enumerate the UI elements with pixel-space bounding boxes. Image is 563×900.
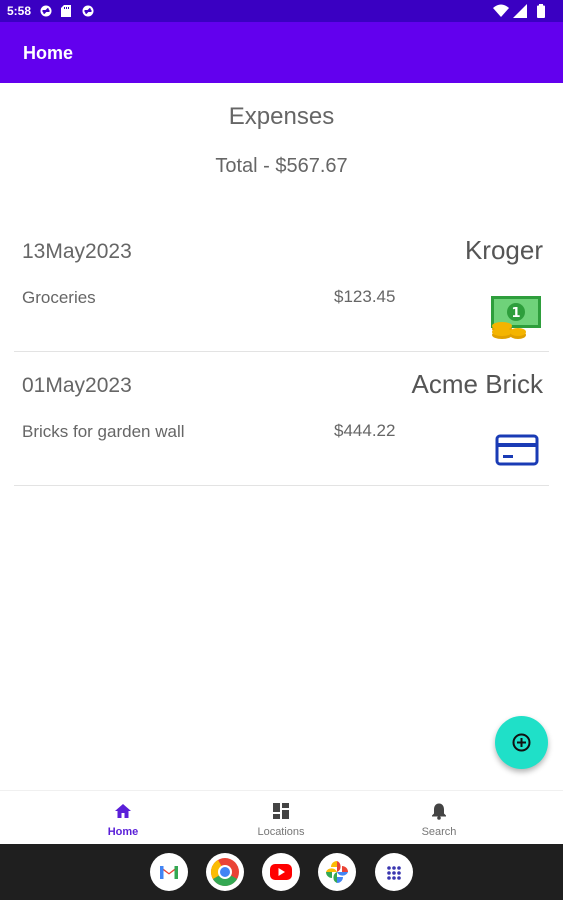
bottom-navigation: Home Locations Search xyxy=(0,790,563,844)
expense-vendor: Kroger xyxy=(464,235,543,265)
wifi-icon xyxy=(493,4,509,17)
chrome-app[interactable] xyxy=(206,853,244,891)
app-bar: Home xyxy=(0,22,563,83)
expense-description: Bricks for garden wall xyxy=(22,422,185,441)
expenses-heading: Expenses xyxy=(228,103,335,130)
svg-text:1: 1 xyxy=(511,306,520,321)
expense-date: 13May2023 xyxy=(22,240,132,263)
vpn-icon xyxy=(40,5,52,17)
expense-amount: $123.45 xyxy=(334,287,396,306)
vpn-icon xyxy=(82,5,94,17)
expenses-total: Total - $567.67 xyxy=(215,155,348,177)
expense-item[interactable]: 01May2023 Acme Brick Bricks for garden w… xyxy=(14,352,549,486)
system-dock xyxy=(0,844,563,900)
status-bar: 5:58 xyxy=(0,0,563,22)
signal-icon xyxy=(513,4,527,18)
expense-amount: $444.22 xyxy=(334,421,396,440)
status-system-icons xyxy=(493,4,563,18)
youtube-icon xyxy=(270,864,292,880)
add-expense-button[interactable] xyxy=(495,716,548,769)
nav-home-label: Home xyxy=(107,826,139,838)
photos-app[interactable] xyxy=(318,853,356,891)
photos-icon xyxy=(326,861,348,883)
cash-icon: 1 xyxy=(491,296,541,339)
bell-icon xyxy=(432,803,446,820)
gmail-app[interactable] xyxy=(150,853,188,891)
nav-search-label: Search xyxy=(421,826,457,838)
expense-vendor: Acme Brick xyxy=(411,369,543,399)
add-circle-icon xyxy=(512,733,531,752)
battery-icon xyxy=(537,4,545,18)
nav-search[interactable]: Search xyxy=(379,791,499,845)
nav-locations[interactable]: Locations xyxy=(221,791,341,845)
expense-description: Groceries xyxy=(22,288,96,307)
nav-locations-label: Locations xyxy=(257,826,305,838)
expense-list: 13May2023 Kroger Groceries $123.45 1 01M… xyxy=(14,218,549,486)
chrome-icon xyxy=(211,858,239,886)
page-title: Home xyxy=(23,43,74,63)
app-drawer[interactable] xyxy=(375,853,413,891)
home-icon xyxy=(115,804,131,818)
status-time: 5:58 xyxy=(7,4,32,18)
dashboard-icon xyxy=(273,803,289,819)
credit-card-icon xyxy=(495,434,539,466)
expense-item[interactable]: 13May2023 Kroger Groceries $123.45 1 xyxy=(14,218,549,352)
sd-card-icon xyxy=(61,5,71,17)
app-drawer-icon xyxy=(387,866,401,880)
expense-date: 01May2023 xyxy=(22,374,132,397)
gmail-icon xyxy=(160,866,178,879)
nav-home[interactable]: Home xyxy=(63,791,183,845)
youtube-app[interactable] xyxy=(262,853,300,891)
